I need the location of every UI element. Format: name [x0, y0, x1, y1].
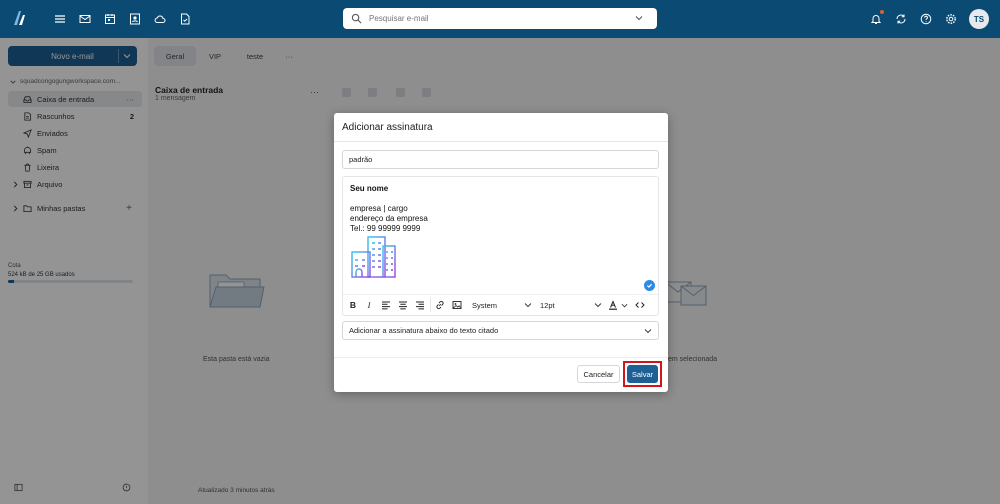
insert-link-button[interactable]: [434, 299, 446, 311]
signature-name-input[interactable]: [342, 150, 659, 169]
chevron-down-icon: [524, 303, 532, 308]
signature-company-line[interactable]: empresa | cargo: [350, 204, 408, 213]
align-left-icon: [382, 301, 390, 310]
font-size-value: 12pt: [540, 300, 555, 310]
text-color-icon: [609, 300, 617, 310]
building-icon[interactable]: [350, 234, 398, 280]
search-bar[interactable]: [343, 8, 657, 29]
check-icon: [644, 280, 655, 291]
files-icon[interactable]: [178, 12, 192, 26]
top-bar: TS: [0, 0, 1000, 38]
save-button[interactable]: Salvar: [627, 365, 658, 383]
font-family-select[interactable]: System: [472, 299, 532, 311]
bell-icon[interactable]: [869, 12, 883, 26]
align-right-icon: [416, 301, 424, 310]
signature-phone-line[interactable]: Tel.: 99 99999 9999: [350, 224, 420, 233]
signature-editor[interactable]: Seu nome empresa | cargo endereço da emp…: [342, 176, 659, 316]
placement-value: Adicionar a assinatura abaixo do texto c…: [349, 326, 499, 335]
settings-icon[interactable]: [944, 12, 958, 26]
align-center-button[interactable]: [397, 299, 409, 311]
font-size-select[interactable]: 12pt: [540, 299, 602, 311]
chevron-down-icon[interactable]: [621, 302, 628, 309]
avatar[interactable]: TS: [969, 9, 989, 29]
link-icon: [436, 300, 444, 310]
align-center-icon: [399, 301, 407, 310]
cancel-button[interactable]: Cancelar: [577, 365, 620, 383]
align-left-button[interactable]: [380, 299, 392, 311]
image-icon: [452, 301, 462, 309]
notification-dot: [880, 10, 884, 14]
align-right-button[interactable]: [414, 299, 426, 311]
divider: [334, 141, 668, 142]
help-icon[interactable]: [919, 12, 933, 26]
toolbar-divider: [430, 298, 431, 312]
search-icon: [351, 13, 362, 24]
font-family-value: System: [472, 300, 498, 310]
italic-button[interactable]: I: [363, 299, 375, 311]
calendar-icon[interactable]: [103, 12, 117, 26]
source-code-button[interactable]: [633, 299, 647, 311]
signature-placement-select[interactable]: Adicionar a assinatura abaixo do texto c…: [342, 321, 659, 340]
menu-icon[interactable]: [53, 12, 67, 26]
sync-icon[interactable]: [894, 12, 908, 26]
insert-image-button[interactable]: [451, 299, 463, 311]
app-logo[interactable]: [12, 9, 28, 27]
bold-button[interactable]: B: [347, 299, 359, 311]
contacts-icon[interactable]: [128, 12, 142, 26]
signature-name-text[interactable]: Seu nome: [350, 184, 388, 193]
signature-address-line[interactable]: endereço da empresa: [350, 214, 428, 223]
dialog-title: Adicionar assinatura: [342, 122, 433, 133]
chevron-down-icon: [644, 329, 652, 334]
code-icon: [635, 302, 645, 308]
mail-icon[interactable]: [78, 12, 92, 26]
text-color-button[interactable]: [607, 299, 619, 311]
divider: [334, 357, 668, 358]
formatting-toolbar: B I System 12pt: [343, 294, 658, 314]
chevron-down-icon: [594, 303, 602, 308]
search-input[interactable]: [369, 14, 639, 23]
chevron-down-icon[interactable]: [635, 14, 643, 22]
add-signature-dialog: Adicionar assinatura Seu nome empresa | …: [334, 113, 668, 392]
cloud-icon[interactable]: [153, 12, 167, 26]
